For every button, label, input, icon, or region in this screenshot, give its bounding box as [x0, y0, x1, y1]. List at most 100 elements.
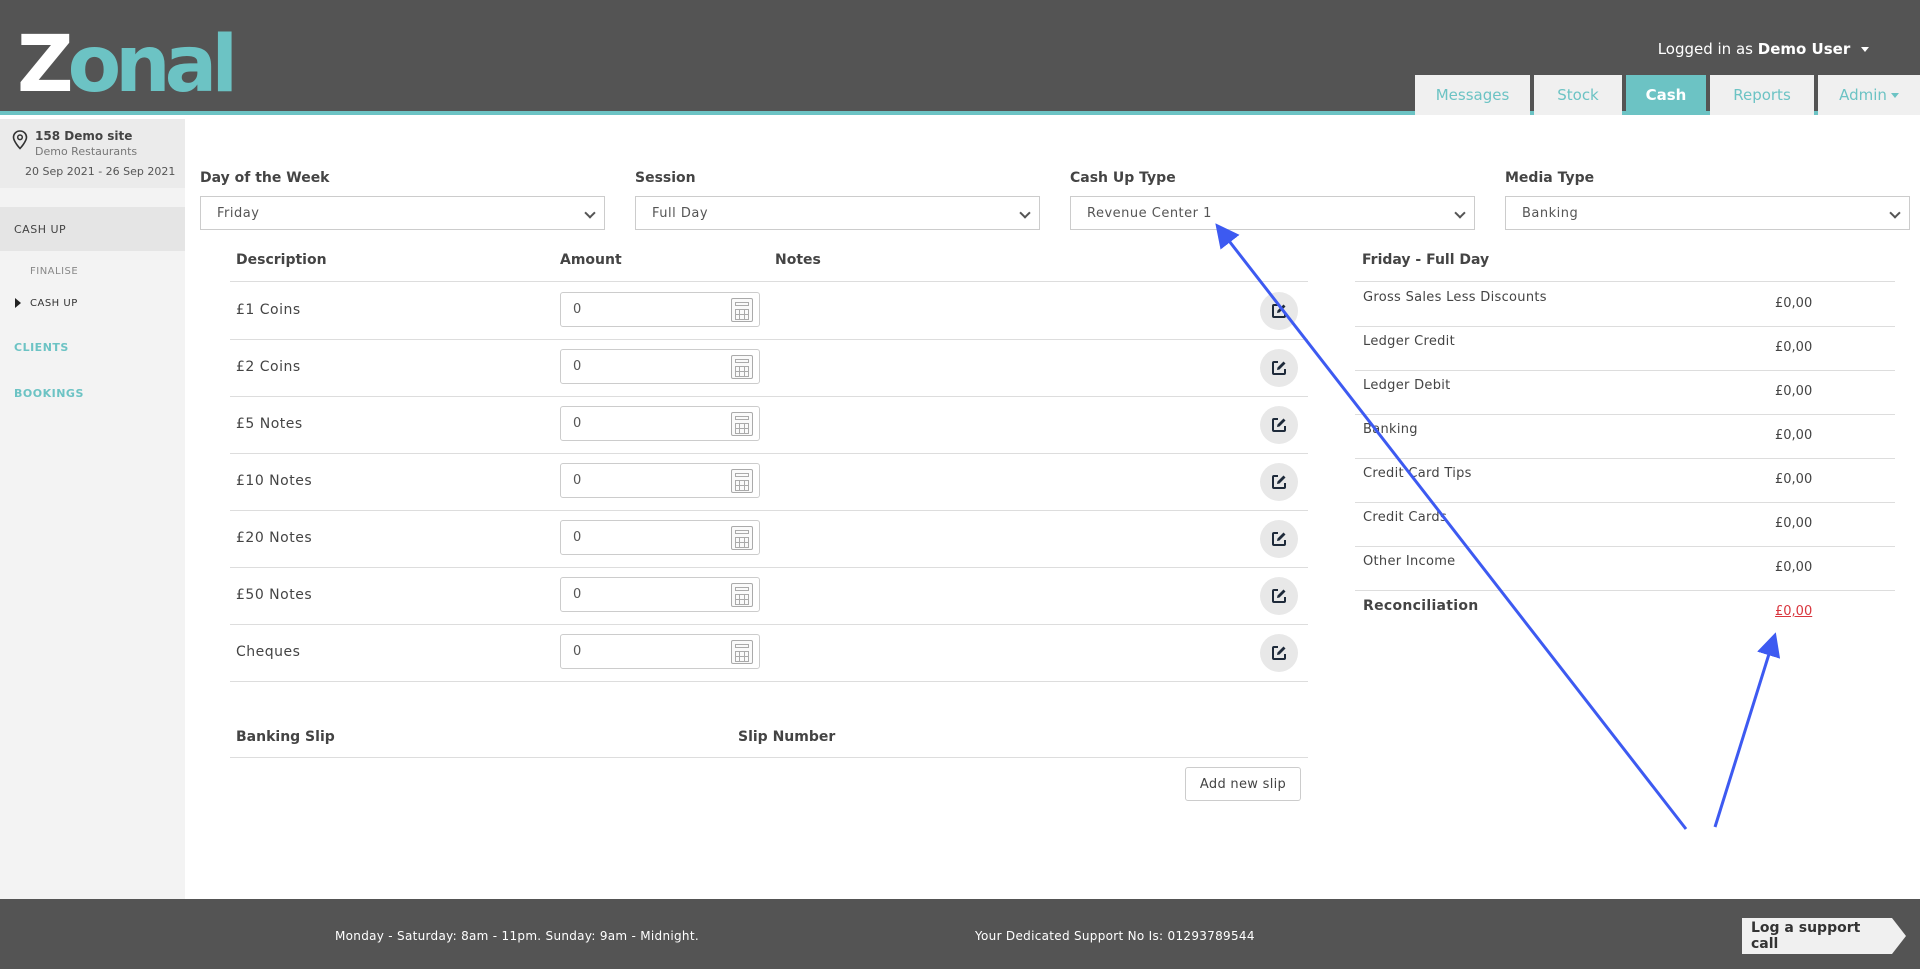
- nav-cash-up[interactable]: CASH UP: [0, 207, 185, 251]
- filter-cash-up-type-label: Cash Up Type: [1070, 170, 1176, 186]
- edit-icon: [1272, 475, 1286, 489]
- summary-row: Credit Cards £0,00: [1355, 502, 1895, 546]
- edit-icon: [1272, 646, 1286, 660]
- chevron-down-icon: [1889, 207, 1901, 219]
- calculator-icon[interactable]: [731, 469, 753, 493]
- site-name: 158 Demo site: [35, 129, 133, 143]
- chevron-down-icon: [1019, 207, 1031, 219]
- table-divider: [230, 757, 1308, 758]
- chevron-down-icon: [1454, 207, 1466, 219]
- header-amount: Amount: [560, 252, 622, 268]
- edit-notes-button[interactable]: [1260, 292, 1298, 330]
- edit-icon: [1272, 418, 1286, 432]
- filter-session-label: Session: [635, 170, 696, 186]
- summary-label: Other Income: [1363, 554, 1456, 569]
- filter-media-type: Media Type Banking: [1505, 170, 1910, 230]
- site-info[interactable]: 158 Demo site Demo Restaurants 20 Sep 20…: [0, 119, 185, 188]
- media-type-select[interactable]: Banking: [1505, 196, 1910, 230]
- edit-notes-button[interactable]: [1260, 520, 1298, 558]
- amount-input[interactable]: 0: [560, 349, 760, 384]
- edit-notes-button[interactable]: [1260, 577, 1298, 615]
- table-row: £50 Notes 0: [230, 567, 1308, 624]
- user-menu[interactable]: Logged in as Demo User: [1658, 40, 1869, 58]
- amount-input[interactable]: 0: [560, 406, 760, 441]
- amount-input[interactable]: 0: [560, 577, 760, 612]
- log-support-call-button[interactable]: Log a support call: [1742, 918, 1906, 954]
- cash-up-type-select[interactable]: Revenue Center 1: [1070, 196, 1475, 230]
- reconciliation-value[interactable]: £0,00: [1775, 604, 1812, 619]
- nav-clients[interactable]: CLIENTS: [0, 325, 185, 369]
- row-description: £5 Notes: [236, 416, 303, 432]
- add-new-slip-button[interactable]: Add new slip: [1185, 767, 1301, 801]
- summary-label: Credit Card Tips: [1363, 466, 1472, 481]
- header-description: Description: [236, 252, 327, 268]
- table-row: £20 Notes 0: [230, 510, 1308, 567]
- summary-value: £0,00: [1775, 472, 1813, 487]
- calculator-icon[interactable]: [731, 298, 753, 322]
- summary-title: Friday - Full Day: [1362, 252, 1490, 268]
- session-select[interactable]: Full Day: [635, 196, 1040, 230]
- table-row: £2 Coins 0: [230, 339, 1308, 396]
- filter-media-type-label: Media Type: [1505, 170, 1595, 186]
- tab-cash[interactable]: Cash: [1626, 75, 1706, 115]
- summary-row: Ledger Debit £0,00: [1355, 370, 1895, 414]
- tab-messages[interactable]: Messages: [1415, 75, 1530, 115]
- amount-input[interactable]: 0: [560, 520, 760, 555]
- summary-row: Other Income £0,00: [1355, 546, 1895, 590]
- edit-icon: [1272, 532, 1286, 546]
- edit-icon: [1272, 304, 1286, 318]
- summary-value: £0,00: [1775, 384, 1813, 399]
- table-row: Cheques 0: [230, 624, 1308, 681]
- filter-day: Day of the Week Friday: [200, 170, 605, 230]
- support-number: Your Dedicated Support No Is: 0129378954…: [975, 929, 1255, 943]
- site-company: Demo Restaurants: [35, 145, 138, 158]
- caret-down-icon: [1861, 47, 1869, 52]
- app-header: Zonal Logged in as Demo User Messages St…: [0, 0, 1920, 115]
- nav-cash-up-sub[interactable]: CASH UP: [0, 291, 185, 315]
- row-description: £2 Coins: [236, 359, 301, 375]
- summary-value: £0,00: [1775, 560, 1813, 575]
- caret-right-icon: [15, 298, 21, 308]
- calculator-icon[interactable]: [731, 583, 753, 607]
- calculator-icon[interactable]: [731, 355, 753, 379]
- day-select[interactable]: Friday: [200, 196, 605, 230]
- amount-input[interactable]: 0: [560, 463, 760, 498]
- filter-day-label: Day of the Week: [200, 170, 330, 186]
- edit-notes-button[interactable]: [1260, 463, 1298, 501]
- summary-row: Ledger Credit £0,00: [1355, 326, 1895, 370]
- row-description: Cheques: [236, 644, 301, 660]
- nav-bookings[interactable]: BOOKINGS: [0, 371, 185, 415]
- footer: Monday - Saturday: 8am - 11pm. Sunday: 9…: [0, 899, 1920, 969]
- edit-icon: [1272, 589, 1286, 603]
- reconciliation-label: Reconciliation: [1363, 598, 1479, 614]
- location-pin-icon: [12, 130, 28, 150]
- chevron-down-icon: [584, 207, 596, 219]
- zonal-logo[interactable]: Zonal: [17, 26, 238, 104]
- tab-stock[interactable]: Stock: [1534, 75, 1622, 115]
- tab-admin[interactable]: Admin: [1818, 75, 1920, 115]
- table-row: £5 Notes 0: [230, 396, 1308, 453]
- summary-value: £0,00: [1775, 516, 1813, 531]
- table-row: £1 Coins 0: [230, 282, 1308, 339]
- caret-down-icon: [1890, 92, 1899, 98]
- row-description: £1 Coins: [236, 302, 301, 318]
- amount-input[interactable]: 0: [560, 292, 760, 327]
- summary-label: Ledger Debit: [1363, 378, 1451, 393]
- site-date-range: 20 Sep 2021 - 26 Sep 2021: [25, 165, 176, 178]
- row-description: £10 Notes: [236, 473, 313, 489]
- calculator-icon[interactable]: [731, 412, 753, 436]
- row-description: £50 Notes: [236, 587, 313, 603]
- edit-notes-button[interactable]: [1260, 634, 1298, 672]
- edit-notes-button[interactable]: [1260, 406, 1298, 444]
- summary-label: Credit Cards: [1363, 510, 1448, 525]
- annotation-arrow: [1713, 632, 1781, 828]
- amount-input[interactable]: 0: [560, 634, 760, 669]
- calculator-icon[interactable]: [731, 526, 753, 550]
- table-divider: [230, 681, 1308, 682]
- calculator-icon[interactable]: [731, 640, 753, 664]
- nav-finalise[interactable]: FINALISE: [0, 259, 185, 283]
- edit-notes-button[interactable]: [1260, 349, 1298, 387]
- tab-reports[interactable]: Reports: [1710, 75, 1814, 115]
- summary-label: Banking: [1363, 422, 1418, 437]
- filter-cash-up-type: Cash Up Type Revenue Center 1: [1070, 170, 1475, 230]
